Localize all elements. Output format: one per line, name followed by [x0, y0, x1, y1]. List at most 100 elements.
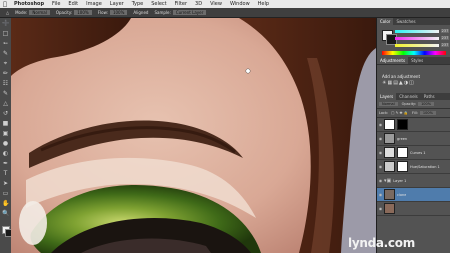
tab-channels[interactable]: Channels: [396, 93, 421, 100]
blue-value[interactable]: 237: [441, 43, 449, 47]
eye-icon[interactable]: ◉: [377, 150, 384, 155]
crop-tool-icon[interactable]: ⌖: [2, 60, 9, 67]
lock-label: Lock:: [379, 111, 389, 115]
blue-slider[interactable]: [395, 44, 439, 47]
menu-photoshop[interactable]: Photoshop: [10, 0, 48, 8]
eye-icon[interactable]: ◉: [377, 122, 384, 127]
menu-view[interactable]: View: [206, 0, 226, 8]
blur-tool-icon[interactable]: ●: [2, 140, 9, 147]
healing-brush-icon[interactable]: ☷: [2, 80, 9, 87]
watermark-suffix: .com: [383, 236, 416, 250]
menu-image[interactable]: Image: [82, 0, 106, 8]
folder-icon: ▾▣: [384, 177, 392, 184]
color-ramp[interactable]: [382, 51, 446, 55]
clone-stamp-tool-icon[interactable]: △: [2, 100, 9, 107]
hue-saturation-icon: [384, 161, 395, 172]
sample-select[interactable]: Current Layer: [172, 10, 207, 15]
options-bar: △ Mode: Normal Opacity: 100% Flow: 100% …: [0, 8, 450, 18]
green-slider[interactable]: [395, 37, 439, 40]
tab-paths[interactable]: Paths: [421, 93, 438, 100]
lock-icons[interactable]: □ ✎ ✚ 🔒: [391, 111, 408, 115]
menu-select[interactable]: Select: [147, 0, 170, 8]
move-tool-icon[interactable]: ➕: [2, 20, 9, 27]
menu-file[interactable]: File: [48, 0, 64, 8]
lasso-tool-icon[interactable]: ➳: [2, 40, 9, 47]
cursor-icon: [245, 68, 251, 74]
layer-row[interactable]: ◉: [377, 202, 450, 216]
gradient-tool-icon[interactable]: ▣: [2, 130, 9, 137]
layer-row[interactable]: ◉ green: [377, 132, 450, 146]
type-tool-icon[interactable]: T: [2, 170, 9, 177]
eye-icon[interactable]: ◉: [377, 164, 384, 169]
menu-3d[interactable]: 3D: [191, 0, 206, 8]
layer-row[interactable]: ◉ Hue/Saturation 1: [377, 160, 450, 174]
layer-name: Hue/Saturation 1: [410, 164, 440, 169]
adjustment-icons[interactable]: ☀▦▤▲◑◫: [382, 80, 415, 86]
menu-type[interactable]: Type: [128, 0, 147, 8]
quick-select-icon[interactable]: ✎: [2, 50, 9, 57]
tab-styles[interactable]: Styles: [408, 57, 426, 64]
layer-thumbnail: [384, 133, 395, 144]
menu-edit[interactable]: Edit: [64, 0, 82, 8]
hand-tool-icon[interactable]: ✋: [2, 200, 9, 207]
marquee-tool-icon[interactable]: □: [2, 30, 9, 37]
layer-opacity-label: Opacity:: [401, 102, 417, 106]
mode-select[interactable]: Normal: [29, 10, 50, 15]
menu-layer[interactable]: Layer: [106, 0, 128, 8]
menu-help[interactable]: Help: [254, 0, 273, 8]
brush-tool-icon[interactable]: ✎: [2, 90, 9, 97]
shape-tool-icon[interactable]: ▭: [2, 190, 9, 197]
history-brush-icon[interactable]: ↺: [2, 110, 9, 117]
eye-icon[interactable]: ◉: [377, 136, 384, 141]
green-value[interactable]: 237: [441, 36, 449, 40]
layer-thumbnail: [384, 203, 395, 214]
menu-window[interactable]: Window: [226, 0, 254, 8]
eye-icon[interactable]: ◉: [377, 192, 384, 197]
red-slider[interactable]: [395, 30, 439, 33]
clone-stamp-icon[interactable]: △: [6, 10, 9, 15]
lynda-watermark: lynda.com: [348, 236, 415, 250]
red-value[interactable]: 237: [441, 29, 449, 33]
blend-mode-select[interactable]: Normal: [379, 102, 398, 106]
photo-image: [11, 18, 376, 253]
opacity-field[interactable]: 100%: [74, 10, 92, 15]
tab-layers[interactable]: Layers: [377, 93, 397, 100]
layers-panel-tabs: Layers Channels Paths: [377, 93, 450, 100]
layer-name: Curves 1: [410, 150, 426, 155]
layer-row[interactable]: ◉ Curves 1: [377, 146, 450, 160]
tab-swatches[interactable]: Swatches: [393, 18, 418, 25]
layer-row[interactable]: ◉: [377, 118, 450, 132]
layer-thumbnail: [384, 189, 395, 200]
layer-name: green: [397, 136, 408, 141]
color-panel-tabs: Color Swatches: [377, 18, 450, 25]
eyedropper-icon[interactable]: ✏: [2, 70, 9, 77]
layer-name: clone: [397, 192, 407, 197]
zoom-tool-icon[interactable]: 🔍: [2, 210, 9, 217]
eraser-tool-icon[interactable]: ■: [2, 120, 9, 127]
eye-icon[interactable]: ◉: [377, 206, 384, 211]
fill-field[interactable]: 100%: [419, 111, 436, 115]
adjustments-title: Add an adjustment: [382, 74, 421, 79]
layer-mask-thumbnail: [397, 119, 408, 130]
tab-adjustments[interactable]: Adjustments: [377, 57, 409, 64]
menu-bar:  Photoshop File Edit Image Layer Type S…: [0, 0, 450, 8]
layer-row-selected[interactable]: ◉ clone: [377, 188, 450, 202]
apple-icon[interactable]: : [0, 1, 10, 8]
pen-tool-icon[interactable]: ✒: [2, 160, 9, 167]
eye-icon[interactable]: ◉: [377, 178, 384, 183]
curves-adjustment-icon: [384, 147, 395, 158]
flow-label: Flow:: [97, 10, 108, 15]
document-canvas[interactable]: [11, 18, 376, 253]
lock-controls: Lock: □ ✎ ✚ 🔒 Fill: 100%: [377, 109, 450, 118]
adjustments-panel: Add an adjustment ☀▦▤▲◑◫: [377, 64, 450, 93]
flow-field[interactable]: 100%: [109, 10, 128, 15]
tab-color[interactable]: Color: [377, 18, 394, 25]
dodge-tool-icon[interactable]: ◐: [2, 150, 9, 157]
menu-filter[interactable]: Filter: [171, 0, 191, 8]
photoshop-window:  Photoshop File Edit Image Layer Type S…: [0, 0, 450, 253]
path-select-icon[interactable]: ➤: [2, 180, 9, 187]
aligned-checkbox-label[interactable]: Aligned: [133, 10, 148, 15]
layer-row[interactable]: ◉ ▾▣ Layer 1: [377, 174, 450, 188]
layer-opacity-field[interactable]: 100%: [418, 102, 435, 106]
inner-corner-highlight: [19, 201, 47, 245]
